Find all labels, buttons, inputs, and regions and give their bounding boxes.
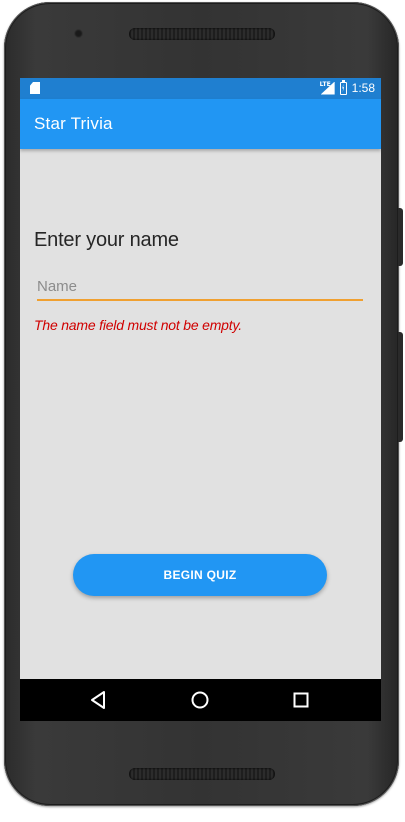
- bottom-speaker: [129, 768, 275, 780]
- signal-icon: LTE: [319, 80, 335, 95]
- sd-card-icon: [30, 82, 40, 94]
- app-title: Star Trivia: [34, 114, 113, 133]
- begin-quiz-button[interactable]: BEGIN QUIZ: [73, 554, 327, 596]
- front-camera: [74, 29, 83, 38]
- status-indicators: LTE 1:58: [319, 79, 375, 95]
- recents-icon[interactable]: [291, 690, 311, 710]
- name-input[interactable]: [37, 273, 363, 301]
- main-content: Enter your name The name field must not …: [20, 149, 381, 679]
- top-speaker: [129, 28, 275, 40]
- app-bar: Star Trivia: [20, 99, 381, 149]
- back-icon[interactable]: [89, 690, 109, 710]
- home-icon[interactable]: [190, 690, 210, 710]
- status-clock: 1:58: [351, 81, 375, 95]
- navigation-bar: [20, 679, 381, 721]
- screen: LTE 1:58 Star Trivia Enter your name The…: [20, 78, 381, 721]
- status-bar: LTE 1:58: [20, 78, 381, 99]
- phone-frame: LTE 1:58 Star Trivia Enter your name The…: [4, 2, 403, 806]
- battery-charging-icon: [339, 79, 347, 95]
- power-button[interactable]: [398, 332, 403, 442]
- network-type-label: LTE: [319, 80, 331, 88]
- name-heading: Enter your name: [34, 229, 179, 251]
- volume-button[interactable]: [398, 208, 403, 266]
- name-error-message: The name field must not be empty.: [34, 317, 242, 333]
